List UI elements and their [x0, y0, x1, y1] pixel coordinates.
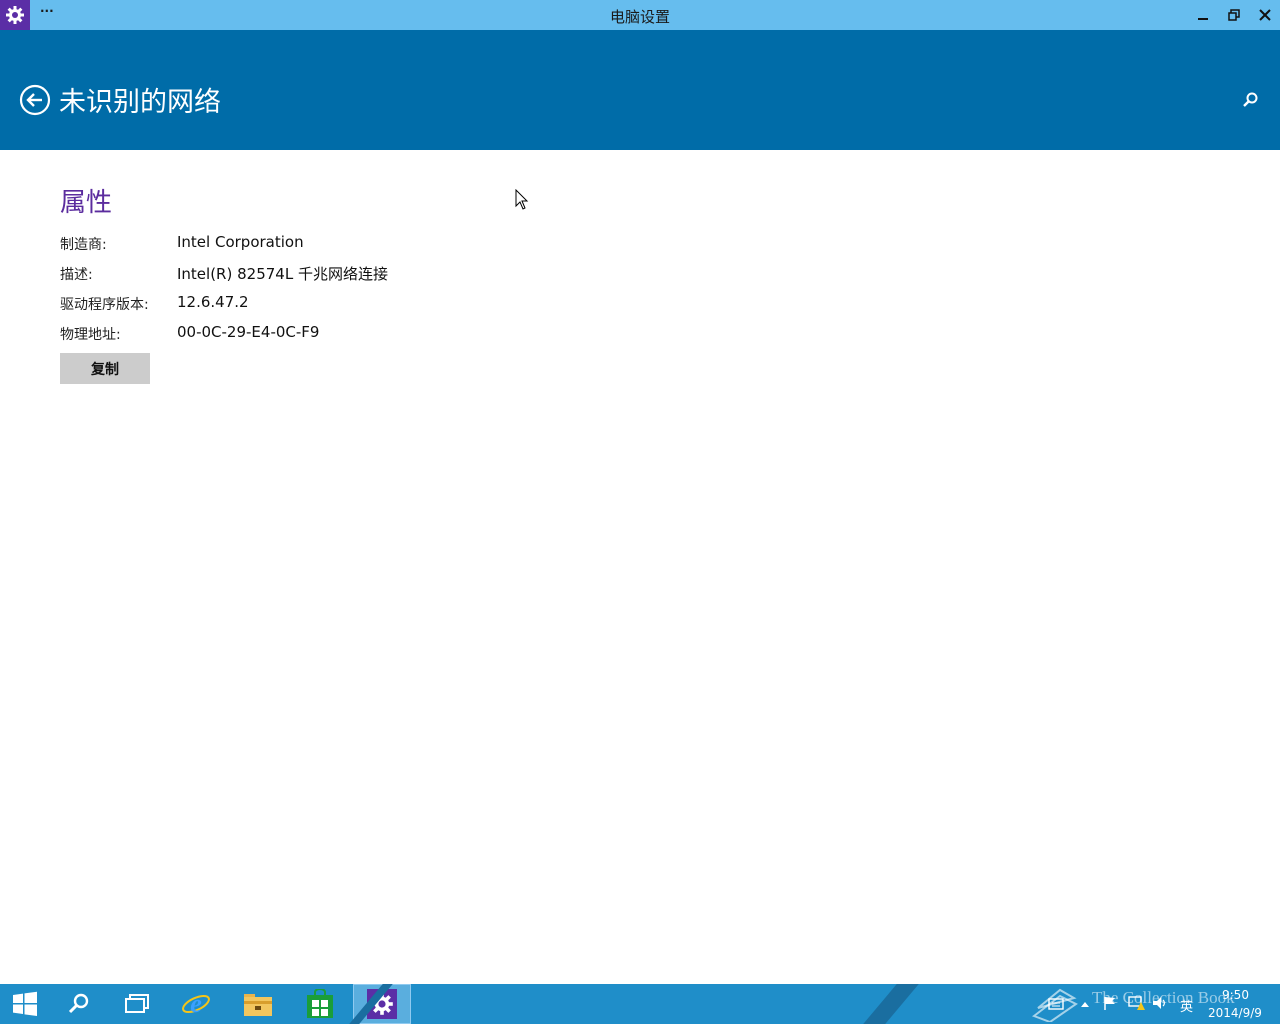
physical-address-value: 00-0C-29-E4-0C-F9 — [177, 323, 320, 341]
copy-button[interactable]: 复制 — [60, 353, 150, 384]
page-title: 未识别的网络 — [59, 87, 221, 118]
restore-button[interactable] — [1219, 0, 1249, 30]
windows-logo-icon — [13, 991, 37, 1016]
taskbar-search-button[interactable] — [50, 984, 108, 1024]
driver-version-label: 驱动程序版本: — [60, 297, 149, 313]
description-value: Intel(R) 82574L 千兆网络连接 — [177, 265, 388, 283]
flag-icon[interactable] — [1102, 995, 1118, 1011]
close-button[interactable] — [1250, 0, 1280, 30]
window-title: 电脑设置 — [609, 8, 670, 26]
minimize-icon — [1198, 18, 1208, 20]
title-bar: ··· 电脑设置 — [0, 0, 1280, 30]
page-header: 未识别的网络 — [0, 30, 1280, 150]
store-icon — [307, 989, 333, 1018]
mouse-cursor-icon — [515, 189, 529, 210]
manufacturer-label: 制造商: — [60, 237, 107, 253]
clock-time[interactable]: 9:50 — [1222, 988, 1249, 1002]
back-button[interactable] — [19, 84, 51, 116]
tray-expand-icon[interactable] — [1080, 1000, 1090, 1008]
restore-icon — [1228, 9, 1240, 21]
close-icon — [1259, 9, 1271, 21]
search-icon — [1243, 92, 1258, 107]
volume-icon[interactable] — [1152, 995, 1168, 1011]
internet-explorer-button[interactable]: e — [167, 984, 225, 1024]
description-label: 描述: — [60, 267, 93, 283]
clock-date[interactable]: 2014/9/9 — [1208, 1006, 1262, 1020]
ie-icon: e — [182, 989, 210, 1018]
svg-text:e: e — [190, 989, 202, 1018]
store-button[interactable] — [291, 984, 349, 1024]
task-view-button[interactable] — [108, 984, 166, 1024]
search-button[interactable] — [1240, 90, 1260, 110]
ime-indicator[interactable]: 英 — [1180, 996, 1193, 1015]
task-view-icon — [125, 994, 149, 1013]
start-button[interactable] — [0, 984, 50, 1024]
manufacturer-value: Intel Corporation — [177, 233, 304, 251]
back-arrow-icon — [19, 84, 51, 116]
search-icon — [68, 993, 89, 1014]
minimize-button[interactable] — [1188, 0, 1218, 30]
properties-heading: 属性 — [60, 188, 113, 218]
folder-icon — [244, 994, 272, 1016]
driver-version-value: 12.6.47.2 — [177, 293, 249, 311]
action-center-icon[interactable] — [1048, 997, 1064, 1011]
file-explorer-button[interactable] — [229, 984, 287, 1024]
physical-address-label: 物理地址: — [60, 327, 121, 343]
network-warning-icon[interactable] — [1128, 995, 1146, 1011]
